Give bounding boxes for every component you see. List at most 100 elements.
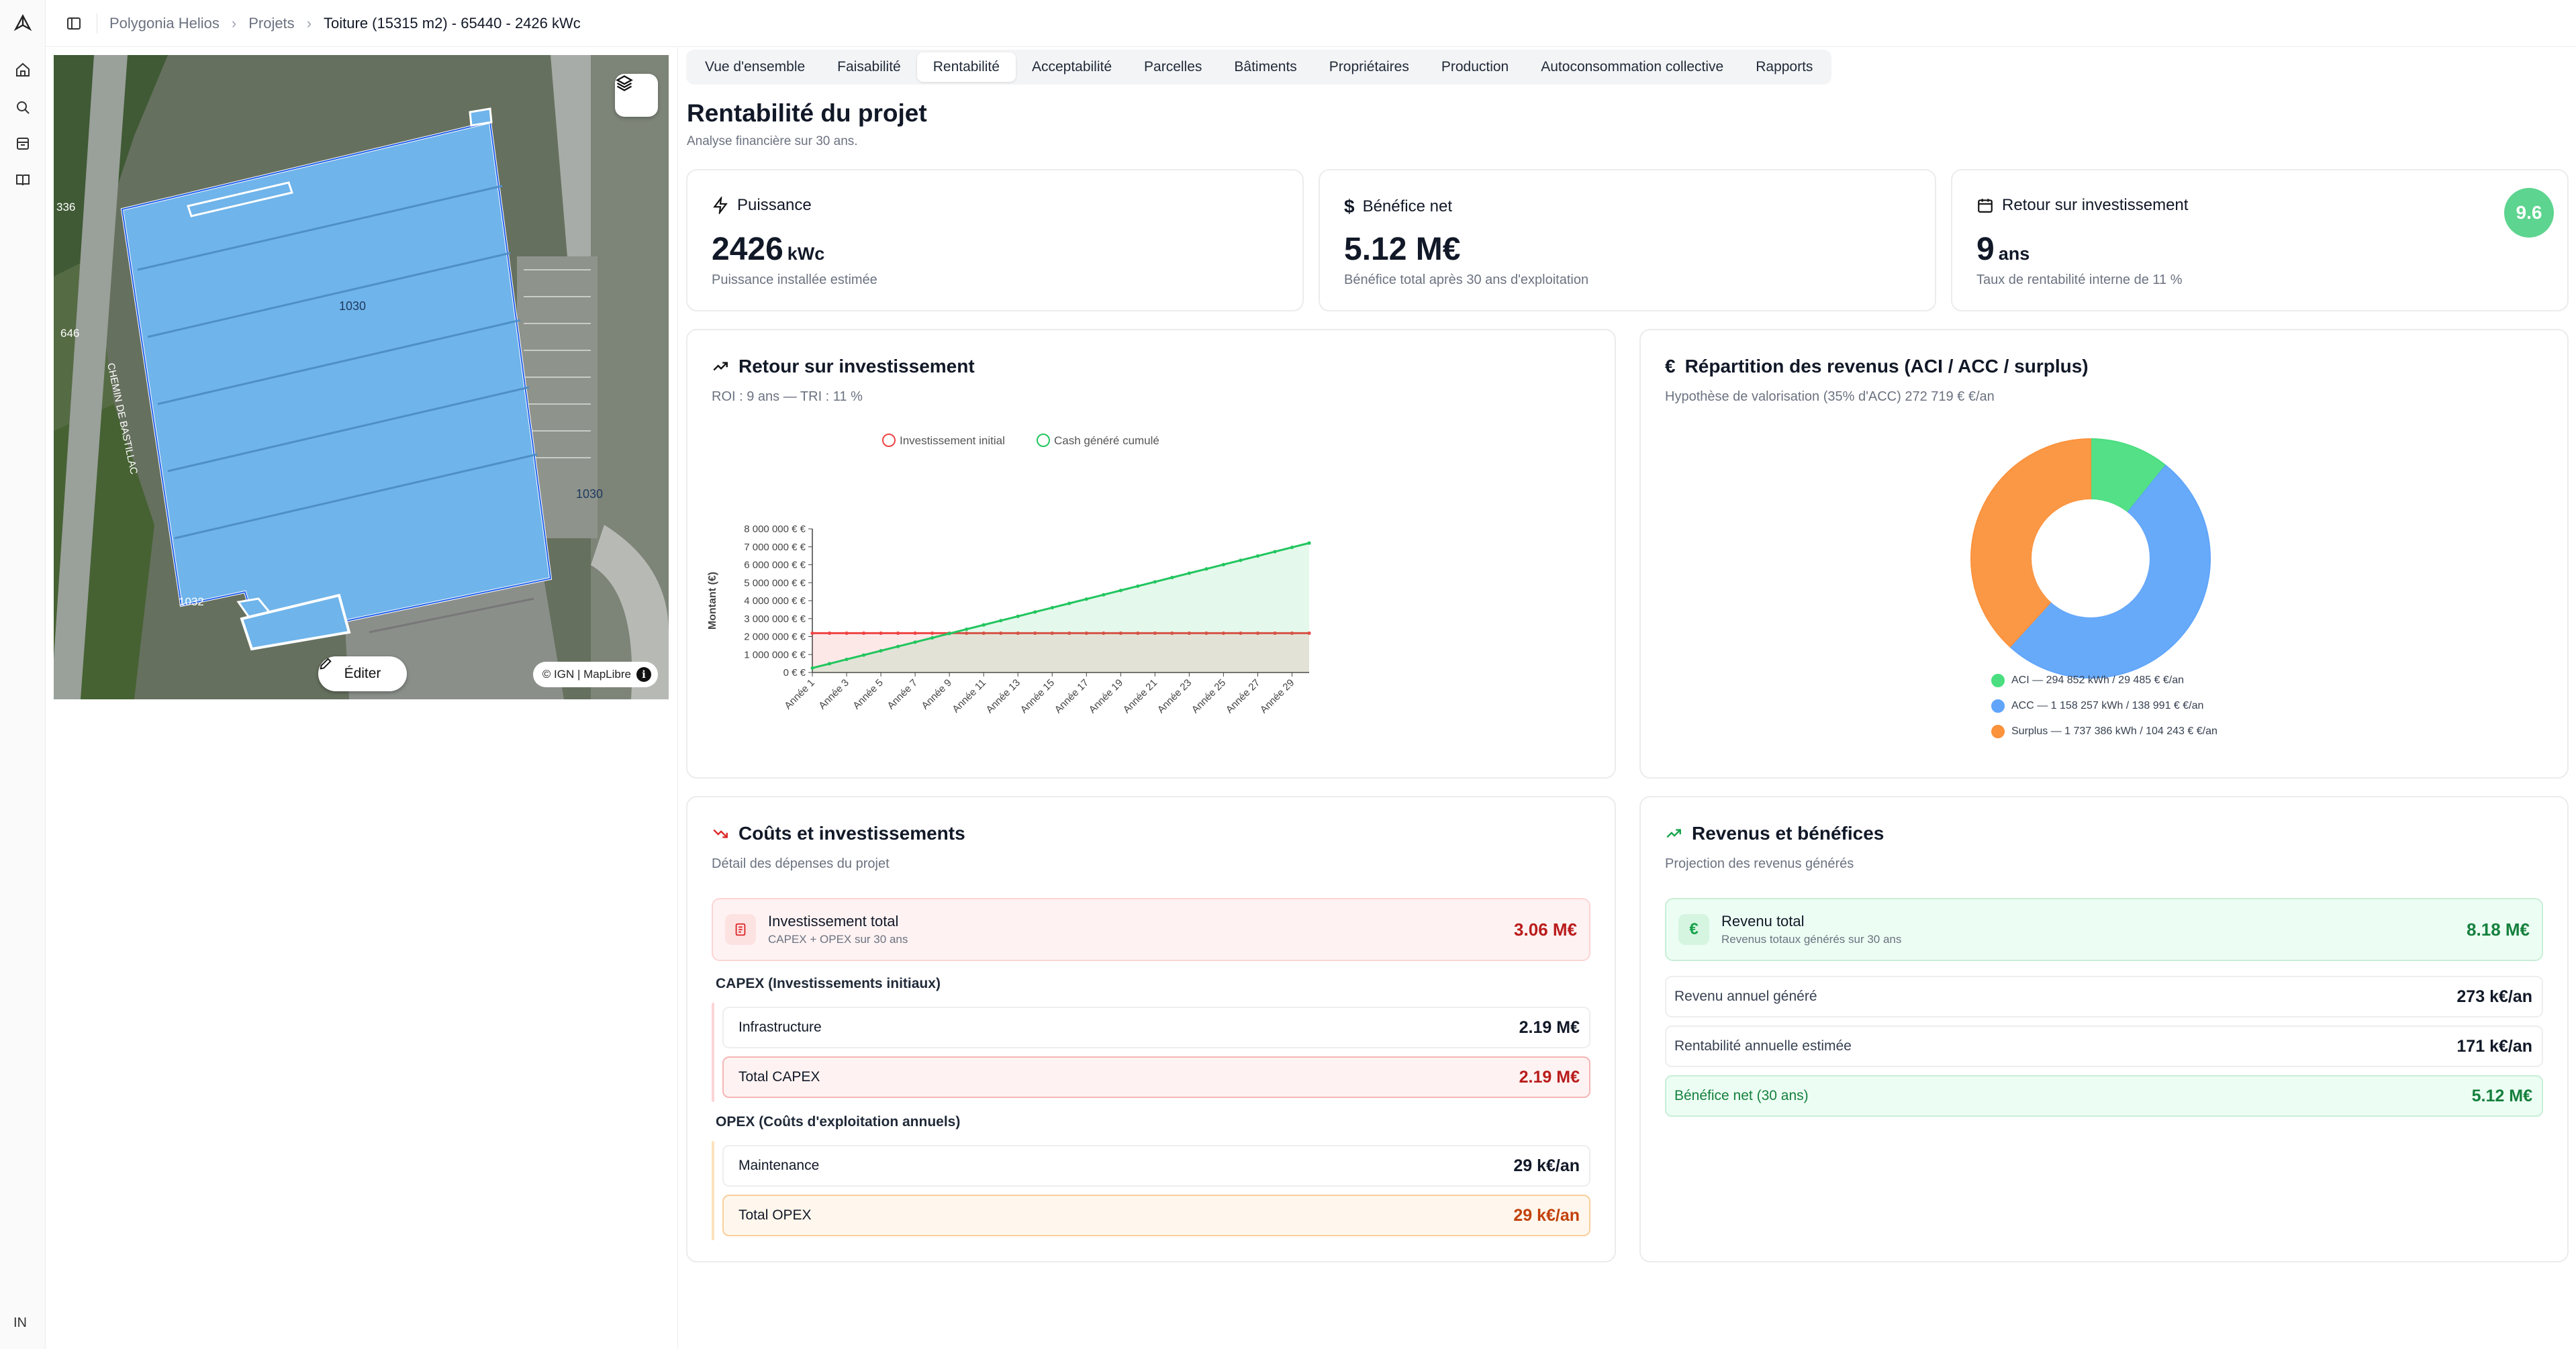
y-tick-label: 8 000 000 € € (744, 523, 806, 535)
legend-label: Investissement initial (900, 434, 1005, 447)
row-value: 2.19 M€ (1519, 1067, 1580, 1087)
book-icon[interactable] (9, 166, 36, 193)
tab-production[interactable]: Production (1425, 52, 1525, 82)
layers-button[interactable] (615, 74, 658, 117)
total-revenue-value: 8.18 M€ (2467, 919, 2530, 940)
calendar-icon (1978, 199, 1993, 213)
data-point (999, 619, 1003, 623)
annual-profit-row: Rentabilité annuelle estimée 171 k€/an (1665, 1026, 2543, 1067)
kpi-value: 9 ans (1976, 232, 2030, 267)
y-tick-label: 6 000 000 € € (744, 560, 806, 571)
tab-owners[interactable]: Propriétaires (1313, 52, 1425, 82)
y-tick-label: 1 000 000 € € (744, 649, 806, 660)
y-tick-label: 0 € € (783, 667, 806, 679)
breadcrumb-projects[interactable]: Projets (248, 15, 294, 32)
breadcrumb-current: Toiture (15315 m2) - 65440 - 2426 kWc (324, 14, 581, 32)
x-tick-label: Année 13 (984, 677, 1022, 715)
costs-card: Coûts et investissements Détail des dépe… (686, 796, 1616, 1262)
legend-swatch (1990, 698, 2006, 714)
page-title: Rentabilité du projet (687, 99, 927, 127)
sidebar-toggle-icon[interactable] (60, 10, 87, 37)
card-subtitle: ROI : 9 ans — TRI : 11 % (712, 389, 863, 404)
x-tick-label: Année 11 (950, 677, 988, 715)
y-axis-label: Montant (€) (707, 572, 718, 630)
kpi-title: Puissance (712, 196, 812, 215)
data-point (1187, 571, 1191, 575)
data-point (810, 666, 814, 670)
legend-swatch (1990, 672, 2006, 689)
total-revenue-label: Revenu total (1721, 913, 1805, 930)
annual-revenue-row: Revenu annuel généré 273 k€/an (1665, 976, 2543, 1017)
row-label: Rentabilité annuelle estimée (1674, 1038, 1852, 1054)
legend-label: Cash généré cumulé (1054, 434, 1159, 447)
pencil-icon (320, 658, 332, 670)
data-point (879, 649, 883, 653)
card-title-text: Répartition des revenus (ACI / ACC / sur… (1684, 356, 2089, 377)
user-initials[interactable]: IN (13, 1315, 27, 1331)
x-tick-label: Année 1 (782, 677, 817, 712)
data-point (1290, 545, 1294, 550)
edit-label: Éditer (344, 666, 381, 681)
home-icon[interactable] (9, 56, 36, 83)
row-value: 29 k€/an (1513, 1205, 1580, 1225)
attribution-text: © IGN | MapLibre (542, 668, 631, 681)
edit-button[interactable]: Éditer (318, 656, 407, 691)
row-label: Total CAPEX (738, 1069, 820, 1085)
dollar-icon: $ (1344, 196, 1355, 217)
row-value: 29 k€/an (1513, 1156, 1580, 1175)
data-point (827, 662, 832, 666)
opex-total-row: Total OPEX 29 k€/an (722, 1195, 1590, 1236)
data-point (1102, 593, 1106, 597)
map-label: 1032 (179, 595, 204, 608)
row-value: 273 k€/an (2456, 987, 2532, 1006)
card-title: € Répartition des revenus (ACI / ACC / s… (1665, 356, 2089, 377)
tab-reports[interactable]: Rapports (1739, 52, 1829, 82)
chevron-right-icon: › (306, 14, 312, 32)
x-tick-label: Année 17 (1053, 677, 1091, 715)
data-point (845, 631, 849, 636)
data-point (1170, 575, 1174, 580)
euro-icon: € (1678, 914, 1709, 945)
tab-overview[interactable]: Vue d'ensemble (689, 52, 821, 82)
row-value: 5.12 M€ (2471, 1086, 2532, 1105)
tab-acceptability[interactable]: Acceptabilité (1016, 52, 1128, 82)
row-label: Total OPEX (738, 1207, 812, 1223)
data-point (827, 631, 832, 636)
map-attribution: © IGN | MapLibre i (532, 662, 658, 687)
total-investment-box: Investissement total CAPEX + OPEX sur 30… (712, 898, 1590, 961)
capex-total-row: Total CAPEX 2.19 M€ (722, 1056, 1590, 1098)
total-investment-value: 3.06 M€ (1514, 919, 1577, 940)
data-point (879, 631, 883, 636)
x-tick-label: Année 29 (1258, 677, 1296, 715)
logo-icon[interactable] (9, 9, 36, 36)
x-tick-label: Année 9 (919, 677, 954, 712)
tab-profitability[interactable]: Rentabilité (916, 52, 1016, 82)
card-title: Revenus et bénéfices (1665, 823, 1884, 844)
data-point (861, 653, 866, 657)
projects-icon[interactable] (9, 130, 36, 157)
row-label: Maintenance (738, 1158, 820, 1173)
tab-collective-selfconsumption[interactable]: Autoconsommation collective (1525, 52, 1739, 82)
kpi-value: 5.12 M€ (1344, 232, 1461, 267)
data-point (1136, 584, 1140, 588)
capex-row: Infrastructure 2.19 M€ (722, 1007, 1590, 1048)
legend-item-acc: ACC — 1 158 257 kWh / 138 991 € €/an (1990, 698, 2203, 714)
data-point (913, 640, 917, 644)
opex-row: Maintenance 29 k€/an (722, 1145, 1590, 1187)
x-tick-label: Année 3 (816, 677, 851, 712)
card-title-text: Revenus et bénéfices (1692, 823, 1885, 844)
info-icon[interactable]: i (636, 667, 651, 682)
data-point (1239, 558, 1243, 562)
data-point (1067, 601, 1071, 605)
legend-label: ACI — 294 852 kWh / 29 485 € €/an (2011, 674, 2185, 686)
opex-bracket (712, 1141, 714, 1240)
tab-feasibility[interactable]: Faisabilité (821, 52, 917, 82)
data-point (1084, 597, 1088, 601)
tab-parcels[interactable]: Parcelles (1128, 52, 1218, 82)
search-icon[interactable] (9, 94, 36, 121)
data-point (913, 631, 917, 636)
satellite-map[interactable]: 1030 1030 336 646 CHEMIN DE BASTILLAC 10… (54, 55, 669, 699)
x-tick-label: Année 23 (1155, 677, 1194, 715)
breadcrumb-root[interactable]: Polygonia Helios (109, 15, 220, 32)
tab-buildings[interactable]: Bâtiments (1218, 52, 1313, 82)
